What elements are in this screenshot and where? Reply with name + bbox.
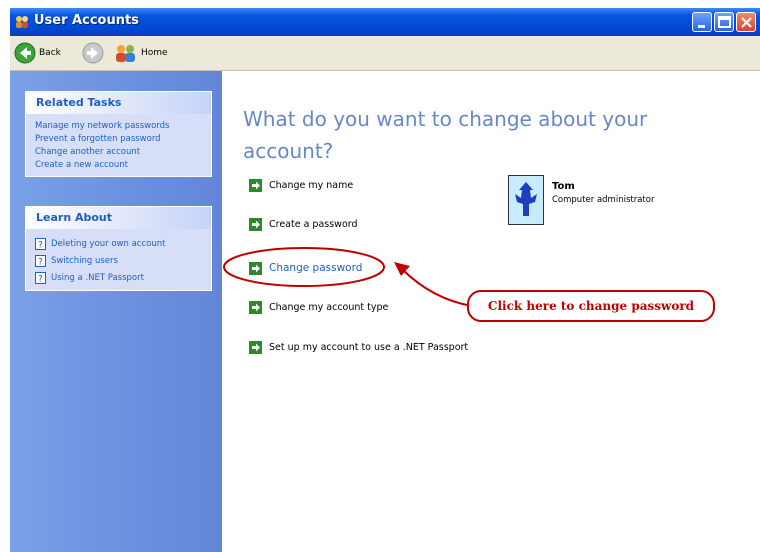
home-icon [116, 45, 135, 62]
close-icon [741, 17, 752, 28]
task-change-another-account[interactable]: Change another account [35, 146, 203, 159]
svg-text:?: ? [38, 257, 43, 267]
home-label: Home [141, 48, 168, 58]
help-icon: ? [35, 271, 46, 284]
maximize-icon [718, 16, 731, 28]
title-bar[interactable]: User Accounts [10, 8, 760, 36]
home-button[interactable]: Home [114, 41, 168, 65]
learn-item-label: Using a .NET Passport [51, 272, 144, 283]
highlight-ellipse [223, 247, 385, 287]
related-tasks-title: Related Tasks [26, 92, 211, 114]
help-icon: ? [35, 237, 46, 250]
learn-item-deleting-account[interactable]: ? Deleting your own account [35, 235, 203, 252]
svg-text:?: ? [38, 240, 43, 250]
screenshot-left-margin [0, 8, 10, 552]
related-tasks-panel: Related Tasks Manage my network password… [25, 91, 212, 177]
back-button[interactable]: Back [14, 41, 61, 65]
toolbar: Back Home [10, 36, 760, 71]
learn-item-label: Switching users [51, 255, 118, 266]
back-icon [14, 42, 36, 64]
learn-item-label: Deleting your own account [51, 238, 166, 249]
learn-item-switching-users[interactable]: ? Switching users [35, 252, 203, 269]
user-accounts-icon [16, 16, 28, 28]
maximize-button[interactable] [714, 12, 734, 32]
user-accounts-window: User Accounts Back Home Related Tasks Ma… [10, 8, 760, 552]
sidebar: Related Tasks Manage my network password… [10, 71, 222, 552]
learn-about-title: Learn About [26, 207, 211, 229]
task-prevent-forgotten-password[interactable]: Prevent a forgotten password [35, 133, 203, 146]
forward-button[interactable] [82, 41, 104, 65]
back-label: Back [39, 48, 61, 58]
annotation-arrow [401, 268, 473, 307]
close-button[interactable] [736, 12, 756, 32]
help-icon: ? [35, 254, 46, 267]
callout-text: Click here to change password [487, 299, 695, 313]
related-tasks-list: Manage my network passwords Prevent a fo… [26, 114, 211, 176]
minimize-button[interactable] [692, 12, 712, 32]
learn-about-panel: Learn About ? Deleting your own account … [25, 206, 212, 291]
main-content: What do you want to change about your ac… [222, 71, 760, 552]
task-manage-network-passwords[interactable]: Manage my network passwords [35, 120, 203, 133]
window-title: User Accounts [34, 13, 139, 28]
learn-about-list: ? Deleting your own account ? Switching … [26, 229, 211, 290]
learn-item-net-passport[interactable]: ? Using a .NET Passport [35, 269, 203, 286]
minimize-icon [698, 25, 705, 28]
forward-icon [82, 42, 104, 64]
task-create-new-account[interactable]: Create a new account [35, 159, 203, 172]
svg-text:?: ? [38, 274, 43, 284]
